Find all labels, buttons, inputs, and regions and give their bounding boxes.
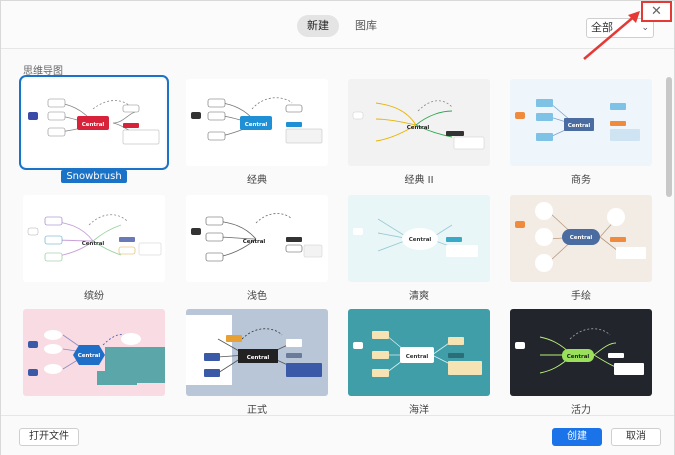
template-preview: Central	[23, 79, 165, 166]
template-preview: Central	[510, 195, 652, 282]
tab-new[interactable]: 新建	[297, 15, 339, 37]
create-button[interactable]: 创建	[552, 428, 602, 446]
template-card-light[interactable]: Central	[186, 195, 328, 282]
central-node-label: Central	[247, 355, 270, 361]
template-preview: Central	[23, 309, 165, 396]
central-node-label: Central	[82, 122, 105, 128]
template-label: 海洋	[409, 405, 429, 416]
template-preview: Central	[510, 309, 652, 396]
template-label: Snowbrush	[23, 170, 165, 183]
annotation-arrow-icon	[583, 11, 640, 60]
central-node-label: Central	[245, 122, 268, 128]
central-node-label: Central	[406, 354, 429, 360]
template-card-formal[interactable]: Central	[186, 309, 328, 396]
dialog-footer: 打开文件 创建 取消	[1, 415, 674, 455]
template-label: 手绘	[571, 291, 591, 302]
template-label: 正式	[247, 405, 267, 416]
template-label: 经典	[247, 175, 267, 186]
central-node-label: Central	[82, 241, 105, 247]
template-label: 缤纷	[84, 291, 104, 302]
central-node-label: Central	[243, 239, 266, 245]
template-preview: Central	[348, 79, 490, 166]
template-card-business[interactable]: Central	[510, 79, 652, 166]
central-node-label: Central	[567, 354, 590, 360]
template-preview: Central	[510, 79, 652, 166]
template-preview: Central	[23, 195, 165, 282]
template-card-fresh[interactable]: Central	[348, 195, 490, 282]
dialog-header: 新建 图库 全部 ⌄ ✕	[1, 1, 674, 60]
template-card-ocean[interactable]: Central	[348, 309, 490, 396]
close-icon: ✕	[651, 4, 662, 19]
central-node-label: Central	[568, 123, 591, 129]
vertical-scrollbar[interactable]	[665, 53, 673, 413]
template-card-vibrant[interactable]: Central	[510, 309, 652, 396]
scrollbar-thumb[interactable]	[666, 77, 672, 197]
template-card-pink[interactable]: Central	[23, 309, 165, 396]
template-preview: Central	[186, 79, 328, 166]
central-node-label: Central	[409, 237, 432, 243]
template-preview: Central	[348, 195, 490, 282]
template-preview: Central	[348, 309, 490, 396]
template-card-classic-ii[interactable]: Central	[348, 79, 490, 166]
template-card-classic[interactable]: Central	[186, 79, 328, 166]
template-card-hand-drawn[interactable]: Central	[510, 195, 652, 282]
template-card-colorful[interactable]: Central	[23, 195, 165, 282]
template-card-snowbrush[interactable]: Central	[19, 75, 169, 170]
template-label: 浅色	[247, 291, 267, 302]
template-label: 活力	[571, 405, 591, 416]
template-label: 商务	[571, 175, 591, 186]
cancel-button[interactable]: 取消	[611, 428, 661, 446]
view-tabs: 新建 图库	[297, 15, 387, 37]
tab-gallery[interactable]: 图库	[345, 15, 387, 37]
open-file-button[interactable]: 打开文件	[19, 428, 79, 446]
section-title: 思维导图	[23, 66, 63, 77]
central-node-label: Central	[570, 235, 593, 241]
template-preview: Central	[186, 309, 328, 396]
template-label: 经典 II	[404, 175, 434, 186]
template-preview: Central	[186, 195, 328, 282]
central-node-label: Central	[407, 125, 430, 131]
template-label: 清爽	[409, 291, 429, 302]
new-document-dialog: 新建 图库 全部 ⌄ ✕ 思维导图 Central Snowbrush Cent…	[0, 0, 675, 455]
central-node-label: Central	[78, 353, 101, 359]
